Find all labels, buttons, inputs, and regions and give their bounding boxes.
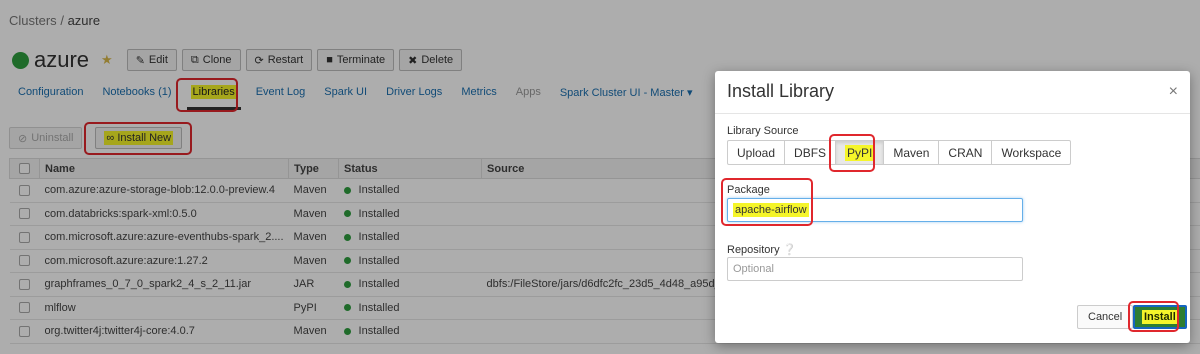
dialog-title: Install Library	[727, 81, 835, 101]
source-maven[interactable]: Maven	[883, 140, 940, 165]
library-source-selector: Upload DBFS PyPI Maven CRAN Workspace	[727, 140, 1072, 165]
library-source-label: Library Source	[727, 125, 799, 137]
help-icon[interactable]: ❔	[783, 244, 797, 256]
repository-label-row: Repository ❔	[727, 243, 796, 256]
annotation-box-install	[1128, 301, 1179, 332]
source-cran[interactable]: CRAN	[938, 140, 993, 165]
cancel-button[interactable]: Cancel	[1077, 305, 1134, 329]
source-upload[interactable]: Upload	[727, 140, 786, 165]
repository-placeholder: Optional	[733, 263, 774, 275]
close-icon[interactable]: ×	[1169, 83, 1178, 101]
annotation-box-package	[721, 178, 813, 226]
repository-input[interactable]: Optional	[727, 257, 1023, 281]
annotation-box-pypi	[829, 134, 875, 172]
source-workspace[interactable]: Workspace	[991, 140, 1072, 165]
repository-label: Repository	[727, 244, 780, 256]
dialog-divider	[715, 113, 1190, 114]
